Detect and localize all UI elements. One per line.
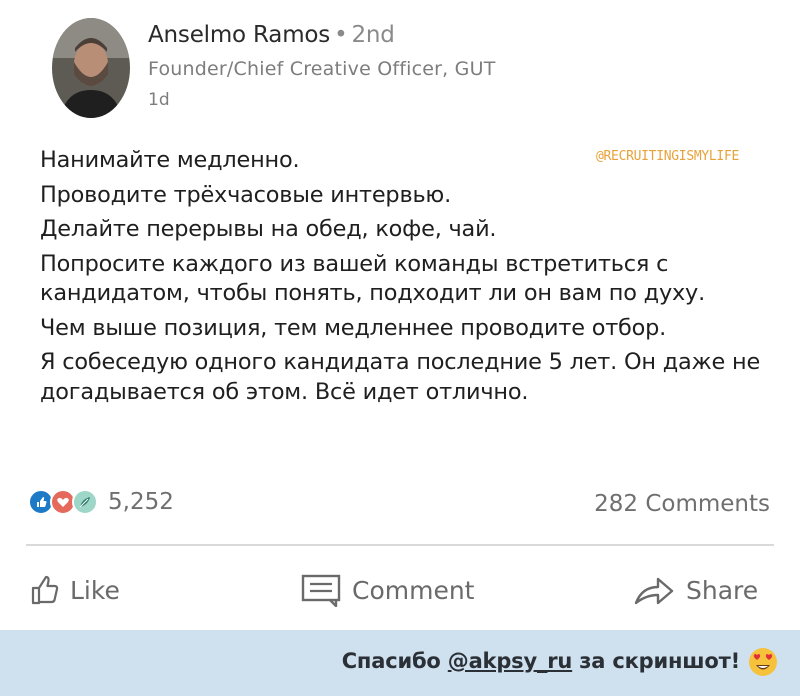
reactions-count[interactable]: 5,252 xyxy=(108,489,174,515)
post-body: Нанимайте медленно. Проводите трёхчасовы… xyxy=(40,146,780,407)
credit-handle-link[interactable]: @akpsy_ru xyxy=(448,649,573,673)
author-avatar[interactable] xyxy=(52,18,130,118)
insightful-icon xyxy=(72,489,98,515)
post-paragraph: Делайте перерывы на обед, кофе, чай. xyxy=(40,216,497,242)
like-label: Like xyxy=(70,575,120,605)
share-label: Share xyxy=(686,575,759,605)
author-name[interactable]: Anselmo Ramos xyxy=(148,22,330,48)
comment-button[interactable]: Comment xyxy=(300,566,475,614)
credit-prefix: Спасибо xyxy=(341,649,448,673)
name-separator: • xyxy=(334,22,348,48)
comments-count[interactable]: 282 Comments xyxy=(594,491,770,517)
like-button[interactable]: Like xyxy=(30,566,120,614)
author-headline: Founder/Chief Creative Officer, GUT xyxy=(148,58,496,80)
post-paragraph: Попросите каждого из вашей команды встре… xyxy=(40,250,706,307)
author-name-line[interactable]: Anselmo Ramos • 2nd xyxy=(148,22,395,48)
credit-banner: Спасибо @akpsy_ru за скриншот! xyxy=(0,630,800,696)
share-button[interactable]: Share xyxy=(632,566,758,614)
post-paragraph: Я собеседую одного кандидата последние 5… xyxy=(40,349,761,405)
comment-icon xyxy=(301,574,341,607)
post-paragraph: Нанимайте медленно. xyxy=(40,147,300,173)
post-paragraph: Чем выше позиция, тем медленнее проводит… xyxy=(40,314,667,341)
share-arrow-icon xyxy=(634,577,674,605)
reactions-summary[interactable]: 5,252 xyxy=(28,489,174,515)
comment-label: Comment xyxy=(352,575,475,605)
linkedin-post: Anselmo Ramos • 2nd Founder/Chief Creative… xyxy=(0,0,800,630)
post-paragraph: Проводите трёхчасовые интервью. xyxy=(40,181,452,208)
post-timestamp: 1d xyxy=(148,90,170,110)
thumbs-up-icon xyxy=(31,575,59,605)
heart-eyes-emoji-icon xyxy=(749,648,777,676)
credit-text: Спасибо @akpsy_ru за скриншот! xyxy=(342,649,740,673)
post-actions: Like Comment Share xyxy=(0,566,800,614)
connection-degree: 2nd xyxy=(351,22,395,48)
credit-suffix: за скриншот! xyxy=(572,649,740,673)
divider xyxy=(26,544,774,546)
